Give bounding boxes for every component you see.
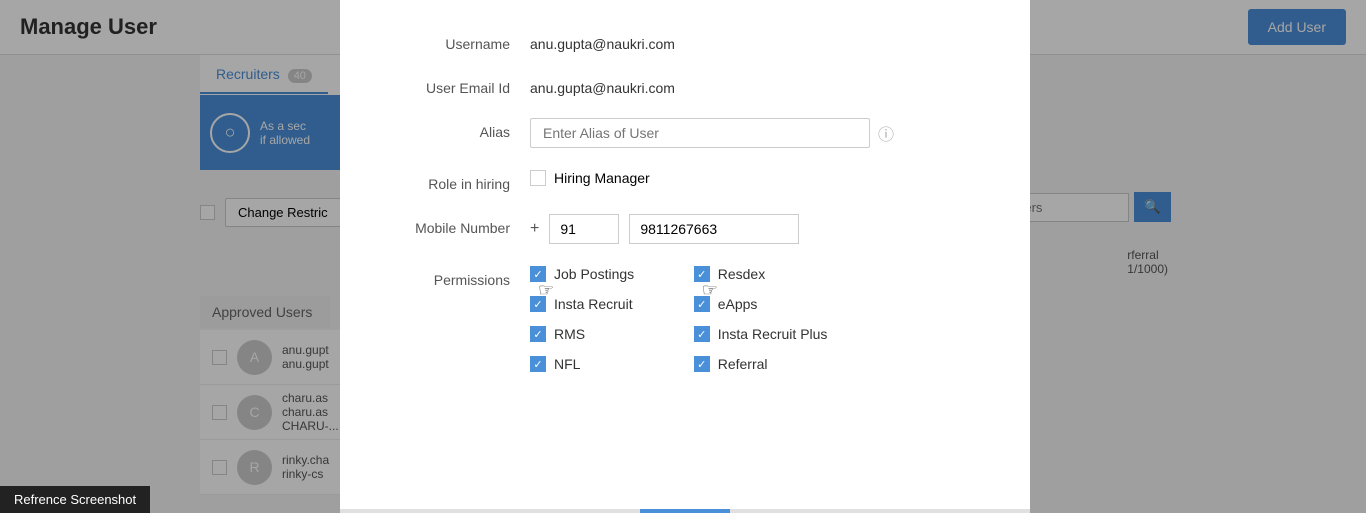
- info-icon[interactable]: ⓘ: [878, 121, 894, 145]
- alias-row: Alias ⓘ: [380, 118, 990, 148]
- permissions-label: Permissions: [380, 266, 530, 288]
- username-value: anu.gupta@naukri.com: [530, 30, 675, 52]
- permission-resdex[interactable]: ✓ Resdex ☞: [694, 266, 828, 282]
- permission-rms[interactable]: ✓ RMS: [530, 326, 664, 342]
- referral-label: Referral: [718, 356, 768, 372]
- insta-recruit-plus-label: Insta Recruit Plus: [718, 326, 828, 342]
- hiring-manager-row: Hiring Manager: [530, 170, 650, 186]
- hiring-manager-label: Hiring Manager: [554, 170, 650, 186]
- alias-label: Alias: [380, 118, 530, 140]
- role-row: Role in hiring Hiring Manager: [380, 170, 990, 192]
- permission-insta-recruit[interactable]: ✓ Insta Recruit: [530, 296, 664, 312]
- rms-label: RMS: [554, 326, 585, 342]
- modal-progress-bar-container: [340, 509, 1030, 513]
- insta-recruit-label: Insta Recruit: [554, 296, 633, 312]
- nfl-label: NFL: [554, 356, 580, 372]
- permission-referral[interactable]: ✓ Referral: [694, 356, 828, 372]
- permissions-row: Permissions ✓ Job Postings ☞ ✓ Resdex ☞ …: [380, 266, 990, 372]
- plus-sign: +: [530, 220, 539, 238]
- insta-recruit-plus-checkbox[interactable]: ✓: [694, 326, 710, 342]
- mobile-number-input[interactable]: [629, 214, 799, 244]
- role-label: Role in hiring: [380, 170, 530, 192]
- eapps-label: eApps: [718, 296, 758, 312]
- eapps-checkbox[interactable]: ✓: [694, 296, 710, 312]
- job-postings-label: Job Postings: [554, 266, 634, 282]
- mobile-input-row: +: [530, 214, 799, 244]
- modal-dialog: Username anu.gupta@naukri.com User Email…: [340, 0, 1030, 513]
- permissions-grid: ✓ Job Postings ☞ ✓ Resdex ☞ ✓ Insta Recr…: [530, 266, 827, 372]
- mobile-label: Mobile Number: [380, 214, 530, 236]
- country-code-input[interactable]: [549, 214, 619, 244]
- email-label: User Email Id: [380, 74, 530, 96]
- insta-recruit-checkbox[interactable]: ✓: [530, 296, 546, 312]
- permission-job-postings[interactable]: ✓ Job Postings ☞: [530, 266, 664, 282]
- nfl-checkbox[interactable]: ✓: [530, 356, 546, 372]
- alias-input[interactable]: [530, 118, 870, 148]
- permission-nfl[interactable]: ✓ NFL: [530, 356, 664, 372]
- resdex-label: Resdex: [718, 266, 765, 282]
- job-postings-checkbox[interactable]: ✓: [530, 266, 546, 282]
- modal-progress-indicator: [640, 509, 730, 513]
- username-label: Username: [380, 30, 530, 52]
- username-row: Username anu.gupta@naukri.com: [380, 30, 990, 52]
- email-row: User Email Id anu.gupta@naukri.com: [380, 74, 990, 96]
- hiring-manager-checkbox[interactable]: [530, 170, 546, 186]
- permission-insta-recruit-plus[interactable]: ✓ Insta Recruit Plus: [694, 326, 828, 342]
- email-value: anu.gupta@naukri.com: [530, 74, 675, 96]
- permission-eapps[interactable]: ✓ eApps: [694, 296, 828, 312]
- resdex-checkbox[interactable]: ✓: [694, 266, 710, 282]
- reference-label: Refrence Screenshot: [0, 486, 150, 513]
- mobile-row: Mobile Number +: [380, 214, 990, 244]
- referral-checkbox[interactable]: ✓: [694, 356, 710, 372]
- rms-checkbox[interactable]: ✓: [530, 326, 546, 342]
